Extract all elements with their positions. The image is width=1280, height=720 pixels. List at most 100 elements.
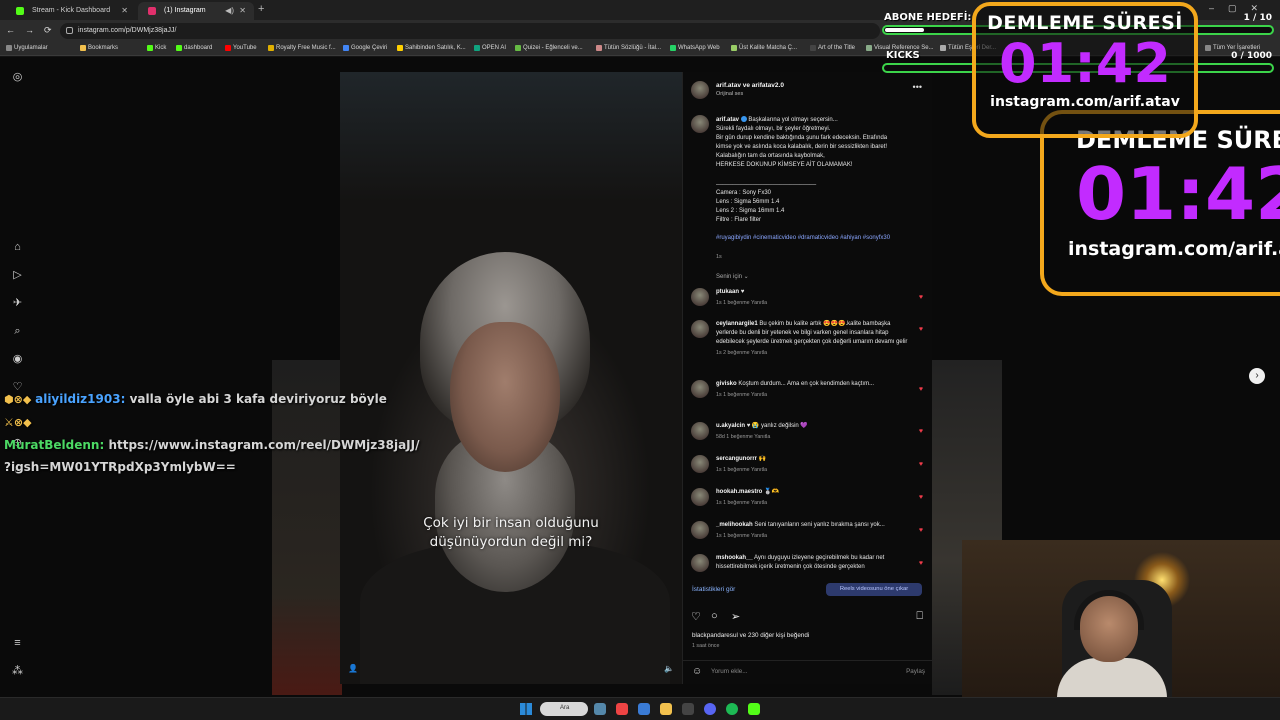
comment-username[interactable]: u.akyalcin <box>716 423 745 429</box>
like-comment-icon[interactable]: ♥ <box>919 526 923 535</box>
instagram-logo-icon[interactable]: ◎ <box>11 71 24 84</box>
save-icon[interactable]: ⎕ <box>916 610 923 623</box>
search-icon[interactable]: ⌕ <box>11 325 24 338</box>
comment-username[interactable]: _melihookah <box>716 522 753 528</box>
avatar[interactable] <box>691 81 709 99</box>
avatar[interactable] <box>691 488 709 506</box>
view-insights-link[interactable]: İstatistikleri gör <box>692 586 735 593</box>
site-info-icon[interactable] <box>66 27 73 34</box>
original-audio-label[interactable]: Orijinal ses <box>716 91 743 97</box>
comment-meta[interactable]: 1s 1 beğenme Yanıtla <box>716 499 908 508</box>
bookmark-item[interactable]: Google Çeviri <box>343 45 387 51</box>
kick-app-icon[interactable] <box>748 703 760 715</box>
avatar[interactable] <box>691 422 709 440</box>
caption-line: Camera : Sony Fx30 <box>716 189 772 196</box>
likes-summary[interactable]: blackpandaresul ve 230 diğer kişi beğend… <box>692 632 809 639</box>
address-bar[interactable]: instagram.com/p/DWMjz38jaJJ/ <box>60 23 880 39</box>
spotify-icon[interactable] <box>726 703 738 715</box>
like-comment-icon[interactable]: ♥ <box>919 385 923 394</box>
messages-icon[interactable]: ✈ <box>11 297 24 310</box>
comment-username[interactable]: sercangunorrr <box>716 456 757 462</box>
like-comment-icon[interactable]: ♥ <box>919 559 923 568</box>
tagged-user-icon[interactable]: 👤 <box>348 664 358 673</box>
windows-start-icon[interactable] <box>520 703 532 715</box>
avatar[interactable] <box>691 554 709 572</box>
avatar[interactable] <box>691 380 709 398</box>
avatar[interactable] <box>691 455 709 473</box>
bookmark-item[interactable]: Üst Kalite Matcha Ç... <box>731 45 797 51</box>
bookmark-item[interactable]: Bookmarks <box>80 45 118 51</box>
menu-icon[interactable]: ≡ <box>11 637 24 650</box>
bookmark-item[interactable]: Kick <box>147 45 166 51</box>
chat-username: MuratBeldenn: <box>4 438 105 452</box>
caption-hashtags[interactable]: #ruyagibiydin #cinematicvideo #dramaticv… <box>716 234 916 243</box>
reels-icon[interactable]: ▷ <box>11 269 24 282</box>
more-options-icon[interactable]: ••• <box>913 82 922 92</box>
like-comment-icon[interactable]: ♥ <box>919 293 923 302</box>
app-icon[interactable] <box>638 703 650 715</box>
boost-reel-button[interactable]: Reels videosunu öne çıkar <box>826 583 922 596</box>
explore-icon[interactable]: ◉ <box>11 353 24 366</box>
post-comment-button[interactable]: Paylaş <box>906 668 925 675</box>
comment-username[interactable]: mshookah__ <box>716 555 753 561</box>
close-tab-icon[interactable]: ✕ <box>121 6 128 15</box>
speaker-icon[interactable]: ◀) <box>225 6 234 15</box>
bookmark-item[interactable]: Art of the Title <box>810 45 855 51</box>
mute-icon[interactable]: 🔈 <box>664 664 674 673</box>
comment-meta[interactable]: 1s 1 beğenme Yanıtla <box>716 532 908 541</box>
home-icon[interactable]: ⌂ <box>11 241 24 254</box>
share-icon[interactable]: ➢ <box>731 610 740 623</box>
taskview-icon[interactable] <box>594 703 606 715</box>
comment-sort-dropdown[interactable]: Senin için ⌄ <box>716 273 749 280</box>
taskbar-search[interactable]: Ara <box>540 702 588 716</box>
comment-username[interactable]: hookah.maestro <box>716 489 762 495</box>
comment-icon[interactable]: ○ <box>711 610 718 622</box>
comment-username[interactable]: ptukaan <box>716 289 739 295</box>
bookmark-item[interactable]: WhatsApp Web <box>670 45 720 51</box>
chrome-icon[interactable] <box>616 703 628 715</box>
more-apps-icon[interactable]: ⁂ <box>11 665 24 678</box>
comment-input[interactable]: Yorum ekle... <box>711 668 748 675</box>
bookmark-icon <box>268 45 274 51</box>
bookmark-item[interactable]: Quizei - Eğlenceli ve... <box>515 45 583 51</box>
reel-video[interactable]: Çok iyi bir insan olduğunu düşünüyordun … <box>340 72 682 684</box>
bookmark-item[interactable]: YouTube <box>225 45 257 51</box>
app-icon[interactable] <box>682 703 694 715</box>
avatar[interactable] <box>691 115 709 133</box>
bookmark-item[interactable]: OPEN AI <box>474 45 506 51</box>
next-post-arrow-icon[interactable]: › <box>1249 368 1265 384</box>
post-author-name[interactable]: arif.atav ve arifatav2.0 <box>716 82 784 89</box>
emoji-icon[interactable]: ☺ <box>692 666 702 677</box>
caption-username[interactable]: arif.atav <box>716 117 739 123</box>
navigation-buttons[interactable]: ←→⟳ <box>6 25 62 36</box>
bookmark-label: Royalty Free Music f... <box>276 45 336 51</box>
bookmark-item[interactable]: Royalty Free Music f... <box>268 45 336 51</box>
close-tab-icon[interactable]: ✕ <box>239 6 246 15</box>
avatar[interactable] <box>691 288 709 306</box>
like-comment-icon[interactable]: ♥ <box>919 460 923 469</box>
like-icon[interactable]: ♡ <box>691 610 701 623</box>
comment-meta[interactable]: 1s 1 beğenme Yanıtla <box>716 299 908 308</box>
tab-instagram[interactable]: (1) Instagram ◀) ✕ <box>138 2 254 20</box>
new-tab-button[interactable]: + <box>258 3 264 15</box>
comment-username[interactable]: givisko <box>716 381 737 387</box>
like-comment-icon[interactable]: ♥ <box>919 427 923 436</box>
like-comment-icon[interactable]: ♥ <box>919 493 923 502</box>
comment-meta[interactable]: 1s 1 beğenme Yanıtla <box>716 466 908 475</box>
comment-username[interactable]: ceylannargile1 <box>716 321 758 327</box>
avatar[interactable] <box>691 521 709 539</box>
discord-icon[interactable] <box>704 703 716 715</box>
bookmark-item[interactable]: Tütün Sözlüğü - İtal... <box>596 45 661 51</box>
avatar[interactable] <box>691 320 709 338</box>
tab-kick-dashboard[interactable]: Stream - Kick Dashboard ✕ <box>6 2 136 20</box>
file-explorer-icon[interactable] <box>660 703 672 715</box>
bookmark-item[interactable]: Sahibinden Satılık, K... <box>397 45 466 51</box>
comment-meta[interactable]: 1s 1 beğenme Yanıtla <box>716 391 908 400</box>
bookmark-label: Uygulamalar <box>14 45 48 51</box>
comment-body: givisko Koştum durdum... Ama en çok kend… <box>716 380 908 400</box>
bookmark-item[interactable]: dashboard <box>176 45 212 51</box>
comment-meta[interactable]: 1s 2 beğenme Yanıtla <box>716 349 908 358</box>
bookmark-item[interactable]: Uygulamalar <box>6 45 48 51</box>
comment-meta[interactable]: 58d 1 beğenme Yanıtla <box>716 433 908 442</box>
like-comment-icon[interactable]: ♥ <box>919 325 923 334</box>
